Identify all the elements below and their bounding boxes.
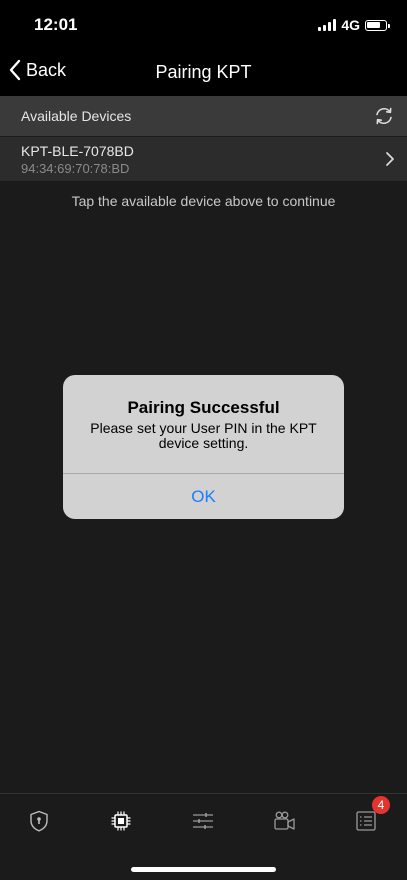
device-mac-address: 94:34:69:70:78:BD [21,161,130,176]
chevron-right-icon [386,152,394,166]
status-bar: 12:01 4G [0,0,407,50]
alert-title: Pairing Successful [127,398,280,417]
alert-message: Please set your User PIN in the KPT devi… [90,420,317,451]
back-button[interactable]: Back [8,58,66,82]
signal-icon [318,19,337,31]
pairing-alert-dialog: Pairing Successful Please set your User … [63,375,344,519]
ok-button[interactable]: OK [63,474,344,519]
network-label: 4G [341,17,360,33]
hint-text: Tap the available device above to contin… [71,193,336,209]
notification-badge: 4 [372,796,390,814]
back-label: Back [26,59,67,80]
chip-icon[interactable] [109,809,133,833]
status-time: 12:01 [34,15,78,34]
battery-icon [365,19,390,31]
nav-bar: Back Pairing KPT [0,50,407,96]
home-indicator[interactable] [131,867,276,872]
status-indicators: 4G [318,17,390,33]
shield-icon[interactable] [27,809,51,833]
sliders-icon[interactable] [191,809,215,833]
device-list-item[interactable]: KPT-BLE-7078BD 94:34:69:70:78:BD [0,137,407,181]
list-icon[interactable] [354,809,378,833]
available-devices-header: Available Devices [0,96,407,136]
chevron-left-icon [9,59,21,81]
device-name: KPT-BLE-7078BD [21,143,134,159]
refresh-icon[interactable] [373,105,395,127]
section-label: Available Devices [21,108,132,124]
video-camera-icon[interactable] [272,809,296,833]
